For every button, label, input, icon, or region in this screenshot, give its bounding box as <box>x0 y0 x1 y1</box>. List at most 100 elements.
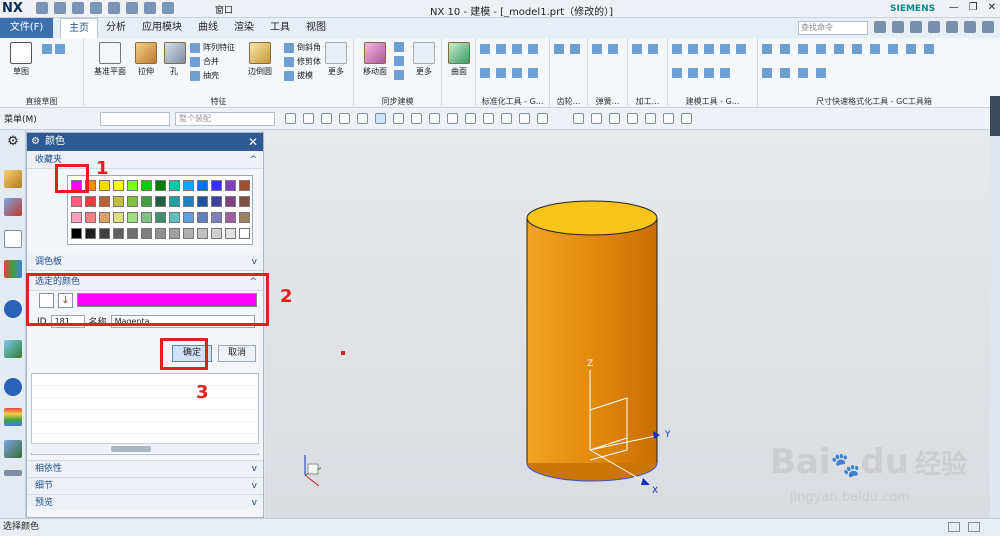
dependencies-section-header[interactable]: 相依性 v <box>27 460 263 476</box>
color-swatch[interactable] <box>225 228 236 239</box>
color-swatch[interactable] <box>141 212 152 223</box>
window-menu[interactable]: 窗口 <box>215 3 233 16</box>
color-swatch[interactable] <box>211 196 222 207</box>
tab-analysis[interactable]: 分析 <box>98 18 134 38</box>
color-swatch[interactable] <box>197 196 208 207</box>
trim-body-button[interactable]: 修剪体 <box>284 56 321 67</box>
details-section-header[interactable]: 细节 v <box>27 477 263 493</box>
layout-icon[interactable] <box>892 21 904 33</box>
color-swatch[interactable] <box>113 180 124 191</box>
color-swatch[interactable] <box>99 212 110 223</box>
status-window-icon[interactable] <box>948 522 960 532</box>
dialog-close-icon[interactable]: ✕ <box>248 133 258 151</box>
tab-view[interactable]: 视图 <box>298 18 334 38</box>
undo-icon[interactable] <box>54 2 66 14</box>
dimension-format-tools[interactable] <box>762 44 934 54</box>
sketch-curve-tools[interactable] <box>42 44 65 54</box>
color-swatch[interactable] <box>197 180 208 191</box>
hd3d-tools-icon[interactable] <box>4 300 22 318</box>
selection-scope-combo[interactable]: 整个装配 <box>175 112 275 126</box>
tab-render[interactable]: 渲染 <box>226 18 262 38</box>
unite-button[interactable]: 合并 <box>190 56 219 67</box>
assembly-navigator-icon[interactable] <box>4 170 22 188</box>
help-icon[interactable] <box>928 21 940 33</box>
color-swatch[interactable] <box>99 228 110 239</box>
color-swatch[interactable] <box>169 212 180 223</box>
part-navigator-icon[interactable] <box>4 230 22 248</box>
color-swatch[interactable] <box>99 180 110 191</box>
gc-standard-tools[interactable] <box>480 44 538 54</box>
color-swatch[interactable] <box>113 228 124 239</box>
color-swatch[interactable] <box>169 180 180 191</box>
extrude-button[interactable]: 拉伸 <box>132 42 160 77</box>
cut-icon[interactable] <box>90 2 102 14</box>
process-studio-icon[interactable] <box>4 440 22 458</box>
more-sync-button[interactable]: 更多 <box>412 42 436 77</box>
sketch-button[interactable]: 草图 <box>6 42 36 77</box>
color-swatch[interactable] <box>113 196 124 207</box>
hole-button[interactable]: 孔 <box>164 42 186 77</box>
render-style-icon[interactable] <box>645 113 656 124</box>
color-swatch[interactable] <box>169 196 180 207</box>
color-swatch[interactable] <box>169 228 180 239</box>
scrollbar-thumb[interactable] <box>111 446 151 452</box>
cancel-button[interactable]: 取消 <box>218 345 256 362</box>
color-swatch[interactable] <box>211 212 222 223</box>
fit-icon[interactable] <box>573 113 584 124</box>
quadrant-icon[interactable] <box>483 113 494 124</box>
touch-mode-icon[interactable] <box>162 2 174 14</box>
color-swatch[interactable] <box>85 196 96 207</box>
close-icon[interactable]: ✕ <box>988 2 996 13</box>
save-icon[interactable] <box>36 2 48 14</box>
reuse-library-icon[interactable] <box>4 260 22 278</box>
surface-button[interactable]: 曲面 <box>446 42 472 77</box>
color-swatch[interactable] <box>71 196 82 207</box>
redo-icon[interactable] <box>72 2 84 14</box>
color-swatch[interactable] <box>127 196 138 207</box>
close-doc-icon[interactable] <box>982 21 994 33</box>
preview-section-header[interactable]: 预览 v <box>27 494 263 510</box>
horizontal-scrollbar[interactable] <box>31 443 259 453</box>
shell-button[interactable]: 抽壳 <box>190 70 219 81</box>
settings-gear-icon[interactable]: ⚙ <box>4 134 22 152</box>
cylinder-top-face[interactable] <box>526 200 658 236</box>
color-swatch[interactable] <box>71 212 82 223</box>
constraint-navigator-icon[interactable] <box>4 198 22 216</box>
status-full-screen-icon[interactable] <box>968 522 980 532</box>
datum-plane-button[interactable]: 基准平面 <box>90 42 130 77</box>
color-swatch[interactable] <box>225 180 236 191</box>
color-swatch[interactable] <box>155 180 166 191</box>
color-swatch[interactable] <box>127 228 138 239</box>
lasso-icon[interactable] <box>321 113 332 124</box>
color-swatch[interactable] <box>183 196 194 207</box>
orient-icon[interactable] <box>627 113 638 124</box>
pattern-feature-button[interactable]: 阵列特征 <box>190 42 235 53</box>
box-select-icon[interactable] <box>339 113 350 124</box>
zoom-icon[interactable] <box>591 113 602 124</box>
system-materials-icon[interactable] <box>4 408 22 426</box>
move-face-button[interactable]: 移动面 <box>358 42 392 77</box>
color-swatch[interactable] <box>127 212 138 223</box>
roles-icon[interactable] <box>4 470 22 476</box>
gc-standard-tools-row2[interactable] <box>480 68 538 78</box>
color-swatch[interactable] <box>141 180 152 191</box>
color-swatch[interactable] <box>239 196 250 207</box>
minimize-icon[interactable]: — <box>949 2 959 13</box>
color-swatch[interactable] <box>225 212 236 223</box>
tab-curve[interactable]: 曲线 <box>190 18 226 38</box>
line-icon[interactable] <box>429 113 440 124</box>
color-swatch[interactable] <box>239 212 250 223</box>
draft-button[interactable]: 拔模 <box>284 70 313 81</box>
gear-tools[interactable] <box>554 44 580 54</box>
history-icon[interactable] <box>4 378 22 396</box>
point-on-face-icon[interactable] <box>519 113 530 124</box>
color-swatch[interactable] <box>85 212 96 223</box>
color-swatch[interactable] <box>127 180 138 191</box>
visibility-icon[interactable] <box>681 113 692 124</box>
color-swatch[interactable] <box>183 228 194 239</box>
palette-section-header[interactable]: 调色板 v <box>27 253 263 271</box>
color-swatch[interactable] <box>141 228 152 239</box>
color-swatch[interactable] <box>113 212 124 223</box>
color-swatch[interactable] <box>239 180 250 191</box>
copy-icon[interactable] <box>108 2 120 14</box>
